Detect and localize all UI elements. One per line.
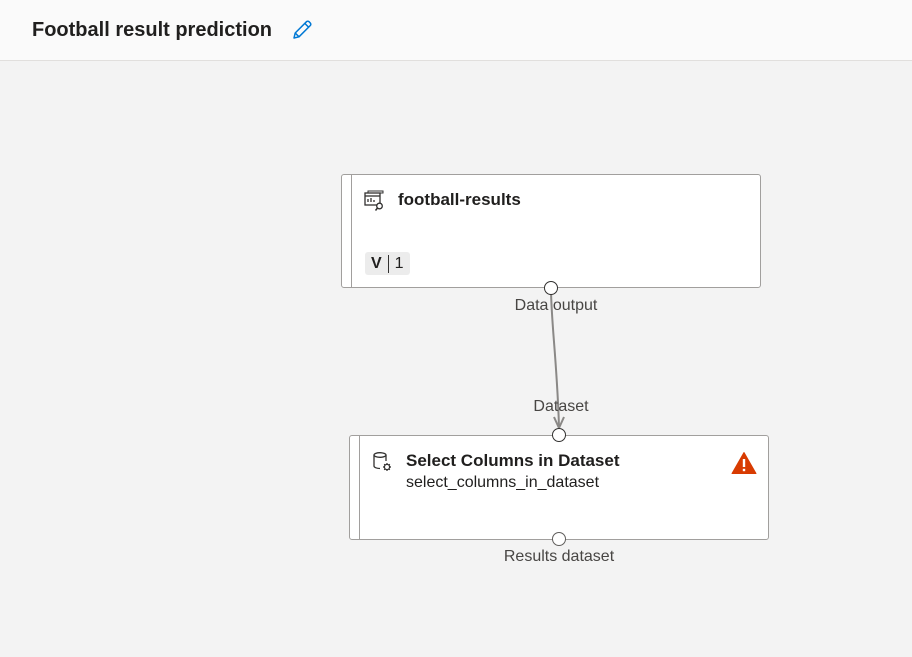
data-output-port[interactable] [544,281,558,295]
pipeline-canvas[interactable]: football-results V 1 Data output Dataset… [0,61,912,657]
dataset-input-port-label: Dataset [533,398,589,415]
results-dataset-port-label: Results dataset [503,548,615,565]
dataset-node-football-results[interactable]: football-results V 1 [341,174,761,288]
page-title: Football result prediction [32,19,273,41]
version-prefix: V [371,254,389,273]
header-bar: Football result prediction [0,0,912,61]
data-output-port-label: Data output [514,297,598,314]
dataset-input-port[interactable] [552,428,566,442]
results-dataset-output-port[interactable] [552,532,566,546]
module-node-subtitle: select_columns_in_dataset [406,474,600,491]
connector-edge [550,287,565,431]
dataset-icon [364,190,384,211]
version-number: 1 [394,254,404,272]
pencil-edit-icon[interactable] [290,18,314,42]
module-node-select-columns[interactable]: Select Columns in Dataset select_columns… [349,435,769,540]
version-badge: V 1 [365,252,410,275]
dataset-node-title: football-results [398,190,521,209]
module-node-title: Select Columns in Dataset [406,451,620,470]
module-gear-icon [373,452,391,471]
warning-icon[interactable] [731,451,757,475]
